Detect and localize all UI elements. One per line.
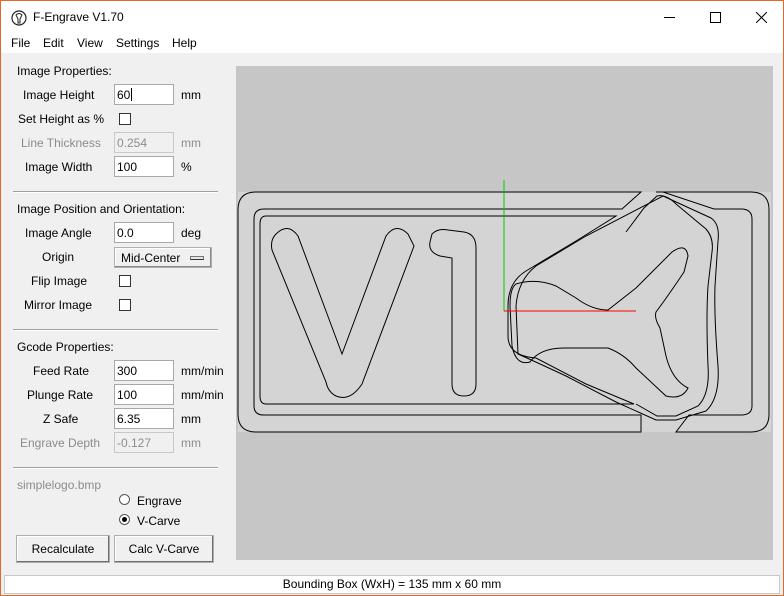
mirror-image-label: Mirror Image xyxy=(24,298,93,312)
gcode-properties-title: Gcode Properties: xyxy=(17,340,114,354)
feed-rate-unit: mm/min xyxy=(181,364,224,378)
radio-selected-dot xyxy=(122,517,127,522)
calc-vcarve-button[interactable]: Calc V-Carve xyxy=(114,535,214,563)
set-height-pct-label: Set Height as % xyxy=(18,112,105,126)
position-title: Image Position and Orientation: xyxy=(17,202,186,216)
origin-value: Mid-Center xyxy=(121,251,181,265)
mirror-image-checkbox[interactable] xyxy=(119,299,131,311)
feed-rate-input[interactable]: 300 xyxy=(114,360,174,381)
image-height-label: Image Height xyxy=(23,88,95,102)
z-safe-unit: mm xyxy=(181,412,201,426)
title-bar[interactable]: F-Engrave V1.70 xyxy=(1,1,783,33)
maximize-icon xyxy=(709,11,721,23)
main-window: F-Engrave V1.70 File Edit View Settings … xyxy=(0,0,784,596)
preview-svg xyxy=(237,180,771,433)
plunge-rate-input[interactable]: 100 xyxy=(114,384,174,405)
minimize-button[interactable] xyxy=(646,1,692,33)
menu-help[interactable]: Help xyxy=(172,36,197,50)
dropdown-indicator-icon xyxy=(190,256,204,260)
text-caret xyxy=(131,88,133,101)
image-angle-input[interactable]: 0.0 xyxy=(114,222,174,243)
flip-image-label: Flip Image xyxy=(31,274,88,288)
preview-canvas[interactable] xyxy=(236,66,773,560)
vcarve-radio-label[interactable]: V-Carve xyxy=(137,514,180,528)
line-thickness-input[interactable]: 0.254 xyxy=(114,132,174,153)
engrave-radio[interactable] xyxy=(119,494,130,505)
origin-dropdown[interactable]: Mid-Center xyxy=(114,247,212,268)
origin-label: Origin xyxy=(42,250,75,264)
status-bar: Bounding Box (WxH) = 135 mm x 60 mm xyxy=(4,575,780,594)
engrave-depth-unit: mm xyxy=(181,436,201,450)
line-thickness-label: Line Thickness xyxy=(21,136,101,150)
feed-rate-label: Feed Rate xyxy=(33,364,90,378)
image-angle-unit: deg xyxy=(181,226,202,240)
engrave-radio-label[interactable]: Engrave xyxy=(137,494,182,508)
close-icon xyxy=(755,11,767,23)
menu-bar: File Edit View Settings Help xyxy=(1,33,783,53)
image-height-unit: mm xyxy=(181,88,201,102)
maximize-button[interactable] xyxy=(692,1,738,33)
menu-view[interactable]: View xyxy=(77,36,103,50)
menu-edit[interactable]: Edit xyxy=(43,36,64,50)
separator xyxy=(13,329,218,331)
vcarve-radio[interactable] xyxy=(119,514,130,525)
window-title: F-Engrave V1.70 xyxy=(33,10,124,24)
image-width-label: Image Width xyxy=(25,160,93,174)
file-name: simplelogo.bmp xyxy=(17,478,102,492)
engrave-depth-label: Engrave Depth xyxy=(20,436,101,450)
image-properties-title: Image Properties: xyxy=(17,64,112,78)
engrave-depth-input[interactable]: -0.127 xyxy=(114,432,174,453)
menu-file[interactable]: File xyxy=(11,36,30,50)
menu-settings[interactable]: Settings xyxy=(116,36,159,50)
recalculate-button[interactable]: Recalculate xyxy=(16,535,110,563)
image-angle-label: Image Angle xyxy=(25,226,92,240)
image-height-input[interactable]: 60 xyxy=(114,84,174,105)
z-safe-label: Z Safe xyxy=(43,412,79,426)
z-safe-input[interactable]: 6.35 xyxy=(114,408,174,429)
plunge-rate-unit: mm/min xyxy=(181,388,224,402)
app-icon xyxy=(11,10,27,26)
flip-image-checkbox[interactable] xyxy=(119,275,131,287)
set-height-pct-checkbox[interactable] xyxy=(119,113,131,125)
image-height-value: 60 xyxy=(117,88,131,102)
minimize-icon xyxy=(663,16,675,18)
image-width-unit: % xyxy=(181,160,192,174)
separator xyxy=(13,191,218,193)
plunge-rate-label: Plunge Rate xyxy=(27,388,94,402)
line-thickness-unit: mm xyxy=(181,136,201,150)
separator xyxy=(13,467,218,469)
image-width-input[interactable]: 100 xyxy=(114,156,174,177)
close-button[interactable] xyxy=(738,1,784,33)
